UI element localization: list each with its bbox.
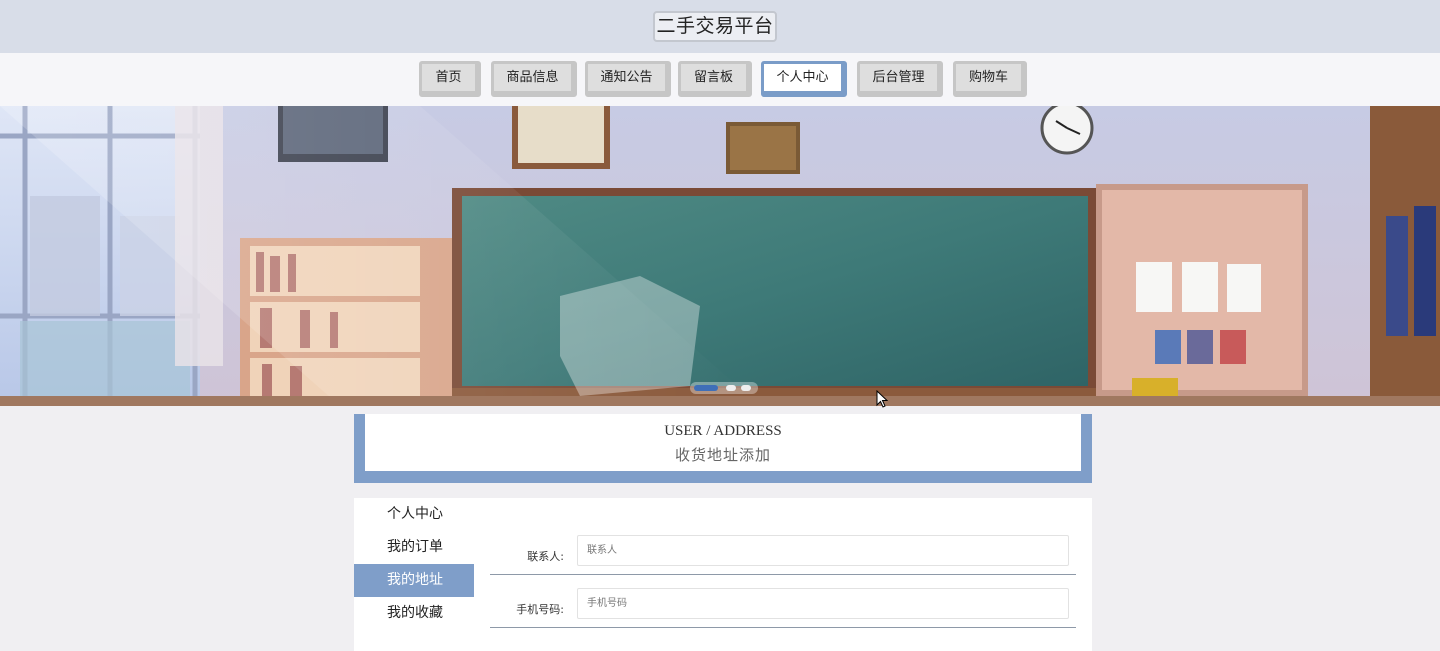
carousel-indicators <box>690 382 758 394</box>
sidebar-item-personal-center[interactable]: 个人中心 <box>354 498 474 531</box>
site-title: 二手交易平台 <box>653 11 777 42</box>
contact-input[interactable] <box>577 535 1069 566</box>
nav-item-message-board[interactable]: 留言板 <box>678 61 752 97</box>
top-header: 二手交易平台 <box>0 0 1440 53</box>
nav-item-personal-center[interactable]: 个人中心 <box>761 61 847 97</box>
phone-label: 手机号码: <box>516 603 564 616</box>
contact-label: 联系人: <box>527 550 564 563</box>
sidebar-item-address[interactable]: 我的地址 <box>354 564 474 597</box>
page-heading: USER / ADDRESS 收货地址添加 <box>354 414 1092 483</box>
nav-item-home[interactable]: 首页 <box>419 61 481 97</box>
page-heading-en: USER / ADDRESS <box>664 423 782 439</box>
mouse-cursor-icon <box>876 390 888 408</box>
banner-image <box>0 106 1440 406</box>
phone-row: 手机号码: <box>490 588 1076 628</box>
nav-item-notices[interactable]: 通知公告 <box>585 61 671 97</box>
carousel-dot-3[interactable] <box>741 385 751 391</box>
content-panel: 个人中心 我的订单 我的地址 我的收藏 联系人: 手机号码: <box>354 498 1092 651</box>
carousel-dot-1[interactable] <box>694 385 718 391</box>
main-nav: 首页 商品信息 通知公告 留言板 个人中心 后台管理 购物车 <box>0 53 1440 106</box>
carousel-dot-2[interactable] <box>726 385 736 391</box>
banner-carousel[interactable] <box>0 106 1440 406</box>
nav-item-cart[interactable]: 购物车 <box>953 61 1027 97</box>
page-heading-zh: 收货地址添加 <box>674 448 771 464</box>
nav-item-products[interactable]: 商品信息 <box>491 61 577 97</box>
sidebar-item-orders[interactable]: 我的订单 <box>354 531 474 564</box>
contact-row: 联系人: <box>490 535 1076 575</box>
nav-item-admin[interactable]: 后台管理 <box>857 61 943 97</box>
phone-input[interactable] <box>577 588 1069 619</box>
sidebar-item-favorites[interactable]: 我的收藏 <box>354 597 474 630</box>
